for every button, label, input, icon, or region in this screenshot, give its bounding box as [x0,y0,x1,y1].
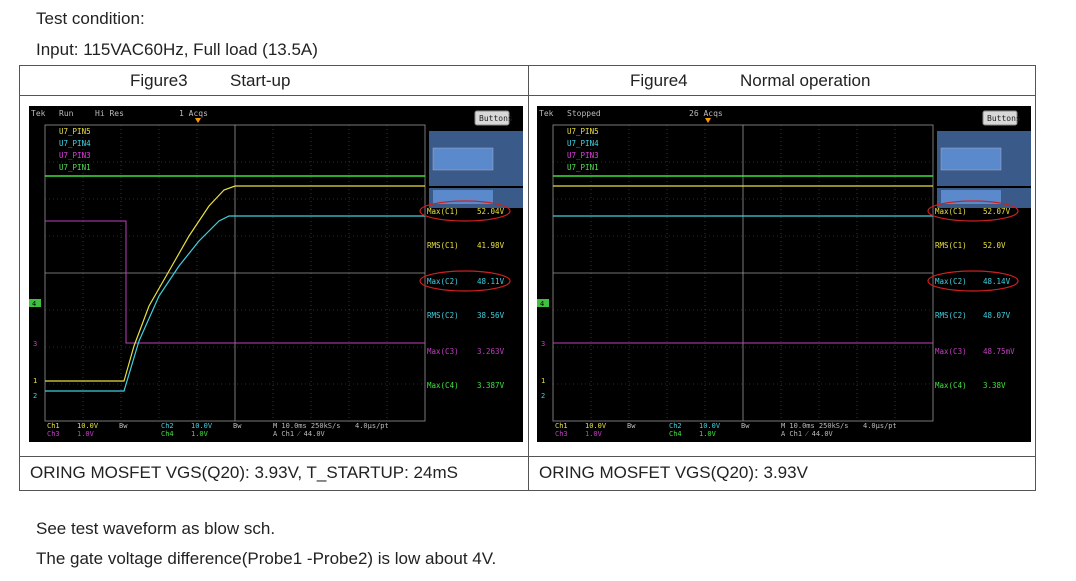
svg-text:10.0V: 10.0V [77,422,99,430]
svg-text:52.07V: 52.07V [983,207,1011,216]
left-mode-label: Start-up [230,71,291,90]
svg-text:Max(C4): Max(C4) [935,381,967,390]
brand-label: Tek [31,109,46,118]
svg-text:U7_PIN5: U7_PIN5 [567,127,599,136]
meas-value-3: 48.11V [477,277,505,286]
buttons-label: Buttons [479,114,513,123]
meas-value-1: 52.04V [477,207,505,216]
right-header-cell: Figure4 Normal operation [528,65,1036,96]
svg-text:2: 2 [541,392,545,400]
svg-text:48.14V: 48.14V [983,277,1011,286]
meas-value-2: 41.98V [477,241,505,250]
svg-text:Ch2: Ch2 [161,422,174,430]
svg-text:RMS(C1): RMS(C1) [935,241,967,250]
svg-text:Max(C3): Max(C3) [935,347,967,356]
meas-label-1: Max(C1) [427,207,459,216]
right-figure-label: Figure4 [630,71,688,90]
meas-value-6: 3.387V [477,381,505,390]
test-condition-heading: Test condition: [36,9,145,28]
caption-row: ORING MOSFET VGS(Q20): 3.93V, T_STARTUP:… [19,456,1036,491]
meas-value-5: 3.263V [477,347,505,356]
meas-label-4: RMS(C2) [427,311,459,320]
legend-pin5: U7_PIN5 [59,127,91,136]
svg-text:Ch3: Ch3 [555,430,568,438]
svg-text:1.0V: 1.0V [585,430,603,438]
svg-text:1.0V: 1.0V [77,430,95,438]
svg-text:Ch2: Ch2 [669,422,682,430]
ch4-marker-label: 4 [32,300,36,308]
legend-pin4: U7_PIN4 [59,139,91,148]
right-caption-cell: ORING MOSFET VGS(Q20): 3.93V [528,456,1036,491]
oscilloscope-screenshot-startup: Tek Run Hi Res 1 Acqs Buttons U7_PIN5 U7… [29,106,523,452]
left-caption-cell: ORING MOSFET VGS(Q20): 3.93V, T_STARTUP:… [19,456,529,491]
svg-text:Ch4: Ch4 [669,430,682,438]
ch1-marker-label: 1 [33,377,37,385]
svg-text:A Ch1 ⁄ 44.0V: A Ch1 ⁄ 44.0V [273,430,326,438]
svg-text:RMS(C2): RMS(C2) [935,311,967,320]
svg-text:U7_PIN4: U7_PIN4 [567,139,599,148]
meas-label-2: RMS(C1) [427,241,459,250]
svg-text:U7_PIN3: U7_PIN3 [567,151,599,160]
legend-pin3: U7_PIN3 [59,151,91,160]
run-state-label: Run [59,109,74,118]
svg-text:Bw: Bw [627,422,636,430]
svg-text:U7_PIN1: U7_PIN1 [567,163,599,172]
svg-text:1.0V: 1.0V [699,430,717,438]
svg-text:1.0V: 1.0V [191,430,209,438]
svg-text:Ch1: Ch1 [555,422,568,430]
svg-text:Tek: Tek [539,109,554,118]
svg-text:Bw: Bw [233,422,242,430]
left-header-cell: Figure3 Start-up [19,65,529,96]
ch2-marker-label: 2 [33,392,37,400]
header-row: Figure3 Start-up Figure4 Normal operatio… [19,65,1036,96]
svg-text:26 Acqs: 26 Acqs [689,109,723,118]
svg-text:3.38V: 3.38V [983,381,1006,390]
acq-count-label: 1 Acqs [179,109,208,118]
acq-mode-label: Hi Res [95,109,124,118]
left-caption: ORING MOSFET VGS(Q20): 3.93V, T_STARTUP:… [30,463,458,482]
svg-text:A Ch1 ⁄ 44.0V: A Ch1 ⁄ 44.0V [781,430,834,438]
meas-label-6: Max(C4) [427,381,459,390]
meas-label-3: Max(C2) [427,277,459,286]
note-line-2: The gate voltage difference(Probe1 -Prob… [36,549,497,568]
svg-text:M 10.0ms 250kS/s: M 10.0ms 250kS/s [781,422,848,430]
svg-text:Ch3: Ch3 [47,430,60,438]
svg-text:10.0V: 10.0V [191,422,213,430]
svg-text:10.0V: 10.0V [585,422,607,430]
svg-text:M 10.0ms 250kS/s: M 10.0ms 250kS/s [273,422,340,430]
oscilloscope-screenshot-normal: Tek Stopped 26 Acqs Buttons U7_PIN5 U7_P… [537,106,1031,452]
svg-text:Max(C1): Max(C1) [935,207,967,216]
svg-text:Ch1: Ch1 [47,422,60,430]
svg-text:4.0µs/pt: 4.0µs/pt [863,422,897,430]
svg-text:52.0V: 52.0V [983,241,1006,250]
left-figure-label: Figure3 [130,71,188,90]
note-line-1: See test waveform as blow sch. [36,519,276,538]
svg-text:4: 4 [540,300,544,308]
right-caption: ORING MOSFET VGS(Q20): 3.93V [539,463,808,482]
right-mode-label: Normal operation [740,71,871,90]
svg-text:Max(C2): Max(C2) [935,277,967,286]
ch3-marker-label: 3 [33,340,37,348]
svg-text:Ch4: Ch4 [161,430,174,438]
stopped-state-label: Stopped [567,109,601,118]
svg-text:48.07V: 48.07V [983,311,1011,320]
svg-text:10.0V: 10.0V [699,422,721,430]
meas-label-5: Max(C3) [427,347,459,356]
legend-pin1: U7_PIN1 [59,163,91,172]
svg-text:Bw: Bw [119,422,128,430]
svg-text:Buttons: Buttons [987,114,1021,123]
svg-text:4.0µs/pt: 4.0µs/pt [355,422,389,430]
svg-text:1: 1 [541,377,545,385]
svg-text:3: 3 [541,340,545,348]
svg-text:48.75mV: 48.75mV [983,347,1015,356]
meas-value-4: 38.56V [477,311,505,320]
input-condition-line: Input: 115VAC60Hz, Full load (13.5A) [36,40,318,59]
svg-text:Bw: Bw [741,422,750,430]
